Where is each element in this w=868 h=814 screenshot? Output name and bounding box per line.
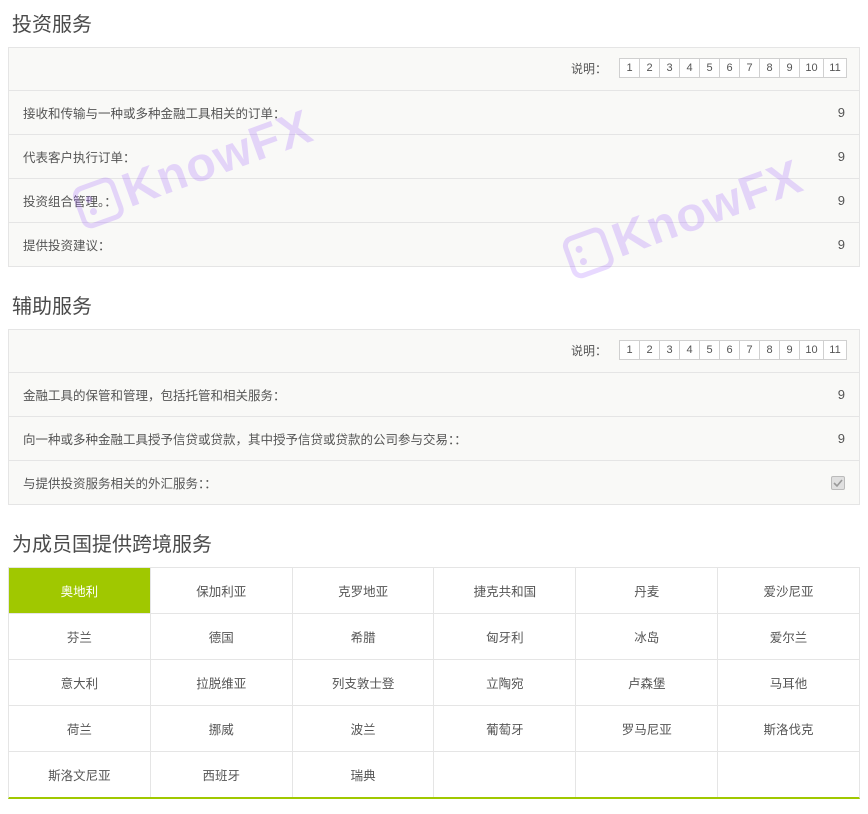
legend-number[interactable]: 2 [639, 340, 659, 360]
service-row: 接收和传输与一种或多种金融工具相关的订单： 9 [9, 91, 859, 135]
service-row: 投资组合管理。： 9 [9, 179, 859, 223]
legend-number[interactable]: 6 [719, 340, 739, 360]
service-label: 与提供投资服务相关的外汇服务：： [23, 473, 217, 492]
country-cell[interactable]: 西班牙 [151, 752, 293, 797]
investment-services-section: 投资服务 说明： 1234567891011 接收和传输与一种或多种金融工具相关… [0, 0, 868, 267]
legend-number[interactable]: 9 [779, 58, 799, 78]
country-cell[interactable]: 卢森堡 [576, 660, 718, 706]
service-label: 接收和传输与一种或多种金融工具相关的订单： [23, 103, 286, 122]
service-row: 金融工具的保管和管理，包括托管和相关服务： 9 [9, 373, 859, 417]
country-cell[interactable]: 捷克共和国 [434, 568, 576, 614]
section-title: 辅助服务 [0, 282, 868, 329]
country-cell[interactable]: 匈牙利 [434, 614, 576, 660]
legend-number[interactable]: 8 [759, 58, 779, 78]
legend-number[interactable]: 4 [679, 340, 699, 360]
legend-number[interactable]: 1 [619, 58, 639, 78]
legend-numbers: 1234567891011 [619, 340, 847, 360]
country-cell[interactable]: 波兰 [293, 706, 435, 752]
legend-number[interactable]: 1 [619, 340, 639, 360]
section-title: 为成员国提供跨境服务 [0, 520, 868, 567]
country-cell[interactable]: 丹麦 [576, 568, 718, 614]
country-cell[interactable]: 斯洛文尼亚 [9, 752, 151, 797]
service-value: 9 [838, 193, 845, 208]
country-cell[interactable]: 葡萄牙 [434, 706, 576, 752]
country-cell[interactable]: 瑞典 [293, 752, 435, 797]
country-cell[interactable]: 意大利 [9, 660, 151, 706]
legend-number[interactable]: 11 [823, 340, 847, 360]
country-cell[interactable]: 挪威 [151, 706, 293, 752]
country-cell[interactable]: 罗马尼亚 [576, 706, 718, 752]
legend-number[interactable]: 5 [699, 58, 719, 78]
service-value: 9 [838, 149, 845, 164]
country-cell[interactable]: 保加利亚 [151, 568, 293, 614]
service-value: 9 [838, 431, 845, 446]
legend-number[interactable]: 4 [679, 58, 699, 78]
panel-header: 说明： 1234567891011 [9, 48, 859, 91]
country-cell[interactable]: 冰岛 [576, 614, 718, 660]
service-label: 投资组合管理。： [23, 191, 117, 210]
country-cell[interactable]: 奥地利 [9, 568, 151, 614]
section-title: 投资服务 [0, 0, 868, 47]
legend-number[interactable]: 3 [659, 58, 679, 78]
services-panel: 说明： 1234567891011 接收和传输与一种或多种金融工具相关的订单：9… [8, 47, 860, 267]
legend-number[interactable]: 3 [659, 340, 679, 360]
countries-table: 奥地利保加利亚克罗地亚捷克共和国丹麦爱沙尼亚芬兰德国希腊匈牙利冰岛爱尔兰意大利拉… [8, 567, 860, 799]
country-cell[interactable]: 列支敦士登 [293, 660, 435, 706]
empty-cell [576, 752, 718, 797]
country-cell[interactable]: 拉脱维亚 [151, 660, 293, 706]
country-cell[interactable]: 爱沙尼亚 [718, 568, 859, 614]
empty-cell [434, 752, 576, 797]
legend-number[interactable]: 2 [639, 58, 659, 78]
legend-label: 说明： [571, 342, 607, 359]
panel-header: 说明： 1234567891011 [9, 330, 859, 373]
legend-number[interactable]: 11 [823, 58, 847, 78]
service-label: 代表客户执行订单： [23, 147, 136, 166]
country-cell[interactable]: 芬兰 [9, 614, 151, 660]
service-row: 与提供投资服务相关的外汇服务：： [9, 461, 859, 504]
cross-border-section: 为成员国提供跨境服务 奥地利保加利亚克罗地亚捷克共和国丹麦爱沙尼亚芬兰德国希腊匈… [0, 520, 868, 799]
country-cell[interactable]: 德国 [151, 614, 293, 660]
service-row: 向一种或多种金融工具授予信贷或贷款，其中授予信贷或贷款的公司参与交易：： 9 [9, 417, 859, 461]
services-panel: 说明： 1234567891011 金融工具的保管和管理，包括托管和相关服务：9… [8, 329, 860, 505]
country-cell[interactable]: 爱尔兰 [718, 614, 859, 660]
country-cell[interactable]: 立陶宛 [434, 660, 576, 706]
legend-number[interactable]: 10 [799, 340, 823, 360]
service-row: 提供投资建议： 9 [9, 223, 859, 266]
service-row: 代表客户执行订单： 9 [9, 135, 859, 179]
empty-cell [718, 752, 859, 797]
service-value: 9 [838, 237, 845, 252]
service-value: 9 [838, 105, 845, 120]
service-value: 9 [838, 387, 845, 402]
legend-number[interactable]: 6 [719, 58, 739, 78]
legend-label: 说明： [571, 60, 607, 77]
legend-number[interactable]: 10 [799, 58, 823, 78]
country-cell[interactable]: 克罗地亚 [293, 568, 435, 614]
country-cell[interactable]: 荷兰 [9, 706, 151, 752]
ancillary-services-section: 辅助服务 说明： 1234567891011 金融工具的保管和管理，包括托管和相… [0, 282, 868, 505]
legend-number[interactable]: 7 [739, 340, 759, 360]
country-cell[interactable]: 斯洛伐克 [718, 706, 859, 752]
country-cell[interactable]: 希腊 [293, 614, 435, 660]
legend-number[interactable]: 5 [699, 340, 719, 360]
country-cell[interactable]: 马耳他 [718, 660, 859, 706]
legend-number[interactable]: 9 [779, 340, 799, 360]
service-label: 提供投资建议： [23, 235, 111, 254]
check-icon [831, 476, 845, 490]
service-label: 向一种或多种金融工具授予信贷或贷款，其中授予信贷或贷款的公司参与交易：： [23, 429, 467, 448]
legend-number[interactable]: 7 [739, 58, 759, 78]
legend-numbers: 1234567891011 [619, 58, 847, 78]
legend-number[interactable]: 8 [759, 340, 779, 360]
service-label: 金融工具的保管和管理，包括托管和相关服务： [23, 385, 286, 404]
